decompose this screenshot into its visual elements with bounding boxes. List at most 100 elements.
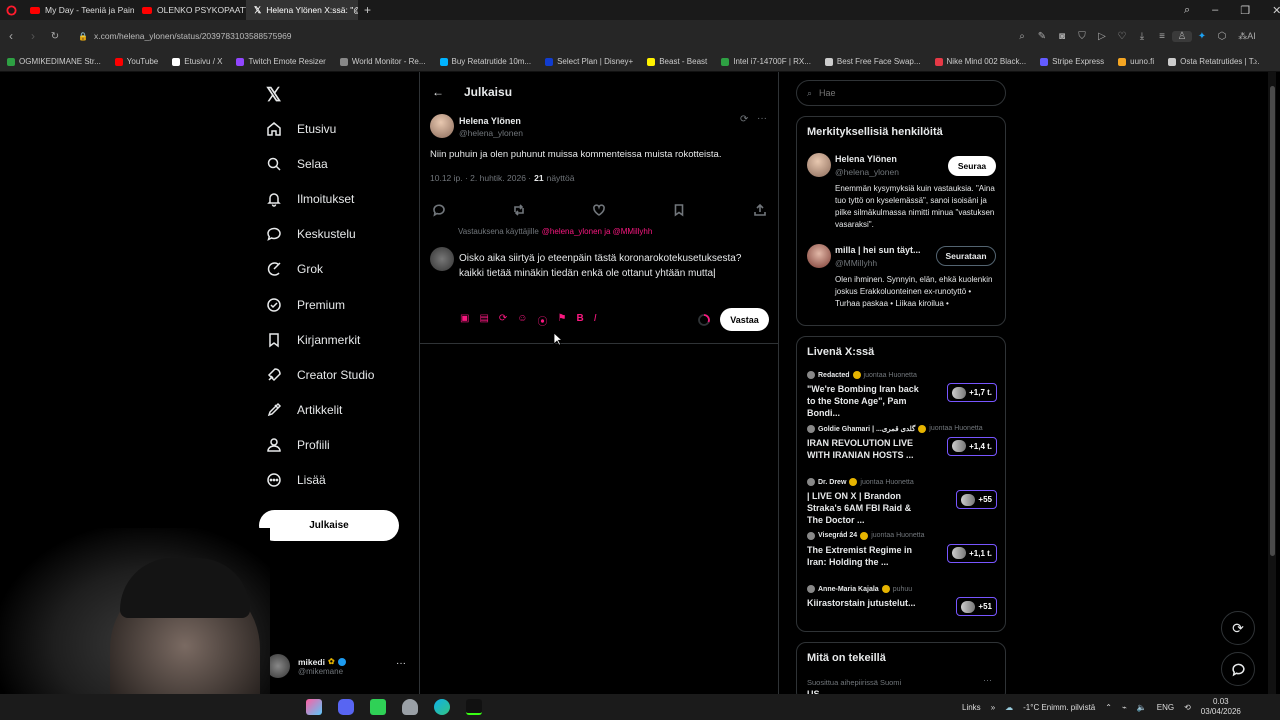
bookmark-item[interactable]: Twitch Emote Resizer — [229, 57, 332, 66]
search-input[interactable] — [819, 88, 980, 98]
reply-icon[interactable] — [432, 203, 446, 217]
bookmark-icon[interactable] — [672, 203, 686, 217]
discord-icon[interactable] — [338, 699, 354, 715]
person-name[interactable]: milla | hei sun täyt... — [835, 245, 921, 255]
language-indicator[interactable]: ENG — [1157, 703, 1174, 712]
avatar[interactable] — [807, 244, 831, 268]
cube-icon[interactable]: ⬡ — [1212, 31, 1232, 42]
scrollbar-thumb[interactable] — [1269, 86, 1275, 556]
emoji-icon[interactable]: ☺ — [517, 313, 527, 328]
person-handle[interactable]: @MMillyhh — [835, 258, 877, 268]
author-name[interactable]: Helena Ylönen — [459, 116, 521, 126]
live-item[interactable]: Visegrád 24 juontaa Huonetta The Extremist… — [807, 531, 997, 568]
bold-icon[interactable]: B — [576, 313, 583, 328]
play-icon[interactable]: ▷ — [1092, 31, 1112, 42]
bookmark-item[interactable]: Stripe Express — [1033, 57, 1111, 66]
more-icon[interactable]: ··· — [396, 658, 406, 669]
bookmark-item[interactable]: OGMIKEDIMANE Str... — [0, 57, 108, 66]
post-time[interactable]: 10.12 ip. · 2. huhtik. 2026 · — [430, 173, 531, 183]
live-item[interactable]: Goldie Ghamari | ...گلدی قمری juontaa Huo… — [807, 424, 997, 461]
nav-item-keskustelu[interactable]: Keskustelu — [266, 226, 356, 242]
post-button[interactable]: Julkaise — [259, 510, 399, 541]
account-switcher[interactable]: mikedi ✿ @mikemane — [266, 654, 346, 678]
nav-item-selaa[interactable]: Selaa — [266, 156, 328, 172]
grok-icon[interactable]: ⟳ — [740, 114, 748, 125]
nav-item-grok[interactable]: Grok — [266, 261, 323, 277]
shield-icon[interactable]: ⛉ — [1072, 31, 1092, 42]
avatar[interactable] — [430, 114, 454, 138]
more-icon[interactable]: ··· — [757, 113, 767, 124]
back-arrow-icon[interactable]: ← — [432, 85, 444, 99]
bookmark-item[interactable]: Best Free Face Swap... — [818, 57, 928, 66]
bookmark-item[interactable]: YouTube — [108, 57, 165, 66]
bookmark-item[interactable]: Nike Mind 002 Black... — [928, 57, 1034, 66]
gif-icon[interactable]: ▤ — [479, 313, 488, 328]
person-handle[interactable]: @helena_ylonen — [835, 167, 899, 177]
edit-icon[interactable]: ✎ — [1032, 31, 1052, 42]
bookmark-item[interactable]: Osta Retatrutides | T... — [1161, 57, 1266, 66]
nav-item-premium[interactable]: Premium — [266, 297, 345, 313]
scrollbar[interactable] — [1268, 72, 1276, 694]
minimize-icon[interactable]: – — [1212, 4, 1218, 16]
shield-app-icon[interactable] — [402, 699, 418, 715]
edge-icon[interactable] — [434, 699, 450, 715]
following-button[interactable]: Seurataan — [936, 246, 996, 266]
sync-icon[interactable]: ⟲ — [1184, 703, 1191, 712]
live-item[interactable]: Dr. Drew juontaa Huonetta | LIVE ON X | Br… — [807, 478, 997, 526]
messages-float-button[interactable] — [1221, 652, 1255, 686]
ai-icon[interactable]: ⁂AI — [1232, 31, 1262, 42]
streaming-app-icon[interactable] — [466, 699, 482, 715]
close-window-icon[interactable]: ✕ — [1272, 4, 1280, 17]
links-label[interactable]: Links — [962, 703, 981, 712]
nav-item-lisää[interactable]: Lisää — [266, 472, 326, 488]
camera-icon[interactable]: ◙ — [1052, 31, 1072, 42]
search-icon[interactable]: ⌕ — [1012, 31, 1032, 42]
image-icon[interactable]: ▣ — [460, 313, 469, 328]
grok-float-button[interactable]: ⟳ — [1221, 611, 1255, 645]
new-tab-button[interactable]: + — [364, 3, 371, 17]
avatar[interactable] — [807, 153, 831, 177]
opera-logo-icon[interactable] — [0, 4, 22, 16]
weather-text[interactable]: -1°C Enimm. pilvistä — [1023, 703, 1095, 712]
heart-icon[interactable]: ♡ — [1112, 31, 1132, 42]
like-icon[interactable] — [592, 203, 606, 217]
maximize-icon[interactable]: ❐ — [1240, 4, 1250, 17]
search-icon[interactable]: ⌕ — [1184, 4, 1190, 17]
search-box[interactable]: ⌕ — [796, 80, 1006, 106]
x-logo-icon[interactable]: 𝕏 — [266, 84, 281, 107]
reply-button[interactable]: Vastaa — [720, 308, 769, 331]
browser-tab[interactable]: OLENKO PSYKOPAATTI? Fr — [134, 0, 246, 20]
forward-icon[interactable]: › — [22, 29, 44, 43]
colorful-app-icon[interactable] — [306, 699, 322, 715]
nav-item-profiili[interactable]: Profiili — [266, 437, 330, 453]
bookmark-item[interactable]: Etusivu / X — [165, 57, 229, 66]
person-name[interactable]: Helena Ylönen — [835, 154, 897, 164]
more-icon[interactable]: ··· — [983, 675, 992, 685]
bookmark-item[interactable]: uuno.fi — [1111, 57, 1161, 66]
reply-to-users[interactable]: @helena_ylonen ja @MMillyhh — [542, 227, 653, 236]
live-item[interactable]: Redacted juontaa Huonetta "We're Bombing I… — [807, 371, 997, 419]
browser-tab[interactable]: My Day - Teeniä ja Painit — [22, 0, 134, 20]
reply-textarea[interactable]: Oisko aika siirtyä jo eteenpäin tästä ko… — [459, 252, 759, 281]
grok-icon[interactable]: ⟳ — [499, 313, 507, 328]
green-app-icon[interactable] — [370, 699, 386, 715]
chevron-icon[interactable]: » — [991, 703, 995, 712]
chevron-up-icon[interactable]: ⌃ — [1105, 703, 1112, 712]
bookmark-item[interactable]: World Monitor - Re... — [333, 57, 433, 66]
nav-item-artikkelit[interactable]: Artikkelit — [266, 402, 342, 418]
repost-icon[interactable] — [512, 203, 526, 217]
reload-icon[interactable]: ↻ — [44, 31, 66, 42]
profile-icon[interactable]: ♙ — [1172, 30, 1192, 42]
bookmark-item[interactable]: Intel i7-14700F | RX... — [714, 57, 818, 66]
location-icon[interactable]: ⦿ — [538, 313, 548, 328]
menu-icon[interactable]: ≡ — [1152, 31, 1172, 42]
bookmark-item[interactable]: Select Plan | Disney+ — [538, 57, 640, 66]
extension-icon[interactable]: ✦ — [1192, 31, 1212, 42]
network-icon[interactable]: ⌁ — [1122, 703, 1127, 712]
clock[interactable]: 0.03 03/04/2026 — [1201, 697, 1241, 717]
download-icon[interactable]: ⤓ — [1132, 31, 1152, 42]
back-icon[interactable]: ‹ — [0, 29, 22, 43]
nav-item-etusivu[interactable]: Etusivu — [266, 121, 336, 137]
bookmark-item[interactable]: Beast - Beast — [640, 57, 714, 66]
live-item[interactable]: Anne-Maria Kajala puhuu Kiirastorstain jut… — [807, 585, 997, 616]
